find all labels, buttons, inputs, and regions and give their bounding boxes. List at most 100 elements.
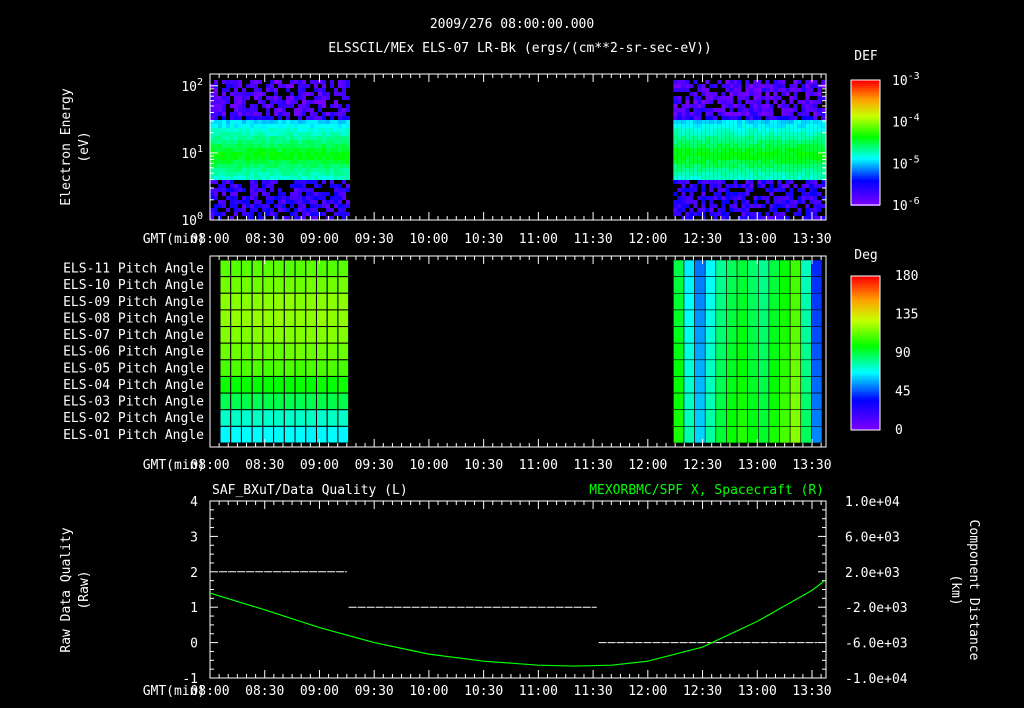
spectrogram-cell: [729, 152, 734, 156]
colorbar-cell: [851, 130, 880, 132]
spectrogram-cell: [689, 212, 694, 216]
spectrogram-cell: [278, 164, 282, 168]
spectrogram-cell: [761, 184, 766, 188]
spectrogram-cell: [685, 132, 690, 136]
spectrogram-cell: [218, 184, 222, 188]
spectrogram-cell: [793, 176, 798, 180]
spectrogram-cell: [709, 144, 714, 148]
spectrogram-cell: [322, 204, 326, 208]
spectrogram-cell: [302, 108, 306, 112]
pitch-cell: [305, 359, 317, 377]
spectrogram-cell: [322, 156, 326, 160]
colorbar-cell: [851, 360, 880, 362]
spectrogram-cell: [789, 156, 794, 160]
y-tick-label: 102: [181, 77, 203, 95]
spectrogram-cell: [821, 168, 826, 172]
spectrogram-cell: [346, 212, 350, 216]
spectrogram-cell: [266, 212, 270, 216]
colorbar-cell: [851, 346, 880, 348]
spectrogram-cell: [226, 124, 230, 128]
spectrogram-cell: [246, 128, 250, 132]
x-tick-label: 13:00: [738, 684, 777, 699]
pitch-cell: [704, 326, 717, 344]
pitch-cell: [315, 276, 328, 294]
right-title: MEXORBMC/SPF X, Spacecraft (R): [589, 483, 824, 498]
spectrogram-cell: [729, 176, 734, 180]
spectrogram-cell: [310, 112, 314, 116]
spectrogram-cell: [701, 168, 706, 172]
spectrogram-cell: [717, 168, 722, 172]
spectrogram-cell: [246, 204, 250, 208]
pitch-cell: [726, 392, 738, 411]
spectrogram-cell: [262, 208, 266, 212]
spectrogram-cell: [322, 164, 326, 168]
spectrogram-cell: [338, 108, 342, 112]
spectrogram-cell: [318, 152, 322, 156]
spectrogram-cell: [801, 136, 806, 140]
spectrogram-cell: [749, 92, 754, 96]
spectrogram-cell: [314, 132, 318, 136]
spectrogram-cell: [250, 208, 254, 212]
spectrogram-cell: [214, 204, 218, 208]
colorbar-cell: [851, 296, 880, 298]
spectrogram-cell: [330, 120, 334, 124]
spectrogram-cell: [330, 172, 334, 176]
colorbar-cell: [851, 172, 880, 174]
spectrogram-cell: [266, 120, 270, 124]
spectrogram-cell: [749, 180, 754, 184]
spectrogram-cell: [286, 136, 290, 140]
spectrogram-cell: [789, 84, 794, 88]
spectrogram-cell: [226, 88, 230, 92]
spectrogram-cell: [673, 192, 678, 196]
spectrogram-cell: [753, 80, 758, 84]
spectrogram-cell: [737, 140, 742, 144]
spectrogram-cell: [805, 92, 810, 96]
pitch-cell: [757, 276, 770, 294]
spectrogram-cell: [749, 100, 754, 104]
spectrogram-cell: [294, 216, 298, 220]
spectrogram-cell: [254, 136, 258, 140]
spectrogram-cell: [777, 120, 782, 124]
colorbar-cell: [851, 178, 880, 180]
spectrogram-cell: [733, 132, 738, 136]
spectrogram-cell: [214, 132, 218, 136]
spectrogram-cell: [274, 120, 278, 124]
spectrogram-cell: [781, 136, 786, 140]
spectrogram-cell: [745, 208, 750, 212]
spectrogram-cell: [725, 216, 730, 220]
spectrogram-cell: [214, 140, 218, 144]
colorbar-cell: [851, 184, 880, 186]
spectrogram-cell: [761, 136, 766, 140]
spectrogram-cell: [761, 168, 766, 172]
spectrogram-cell: [817, 112, 822, 116]
spectrogram-cell: [681, 172, 686, 176]
spectrogram-cell: [705, 88, 710, 92]
spectrogram-cell: [805, 124, 810, 128]
spectrogram-cell: [813, 180, 818, 184]
spectrogram-cell: [765, 180, 770, 184]
spectrogram-cell: [801, 128, 806, 132]
spectrogram-cell: [290, 140, 294, 144]
spectrogram-cell: [222, 140, 226, 144]
spectrogram-cell: [314, 208, 318, 212]
colorbar-cell: [851, 146, 880, 148]
spectrogram-cell: [234, 160, 238, 164]
spectrogram-cell: [757, 132, 762, 136]
spectrogram-cell: [254, 204, 258, 208]
pitch-cell: [273, 276, 285, 294]
spectrogram-cell: [222, 128, 226, 132]
spectrogram-cell: [685, 136, 690, 140]
spectrogram-cell: [246, 120, 250, 124]
colorbar-label: Deg: [854, 248, 877, 263]
spectrogram-cell: [817, 132, 822, 136]
spectrogram-cell: [769, 188, 774, 192]
spectrogram-cell: [705, 108, 710, 112]
spectrogram-cell: [741, 92, 746, 96]
spectrogram-cell: [709, 204, 714, 208]
spectrogram-cell: [805, 160, 810, 164]
spectrogram-cell: [777, 176, 782, 180]
spectrogram-cell: [290, 156, 294, 160]
spectrogram-cell: [681, 140, 686, 144]
spectrogram-cell: [330, 156, 334, 160]
spectrogram-cell: [733, 128, 738, 132]
